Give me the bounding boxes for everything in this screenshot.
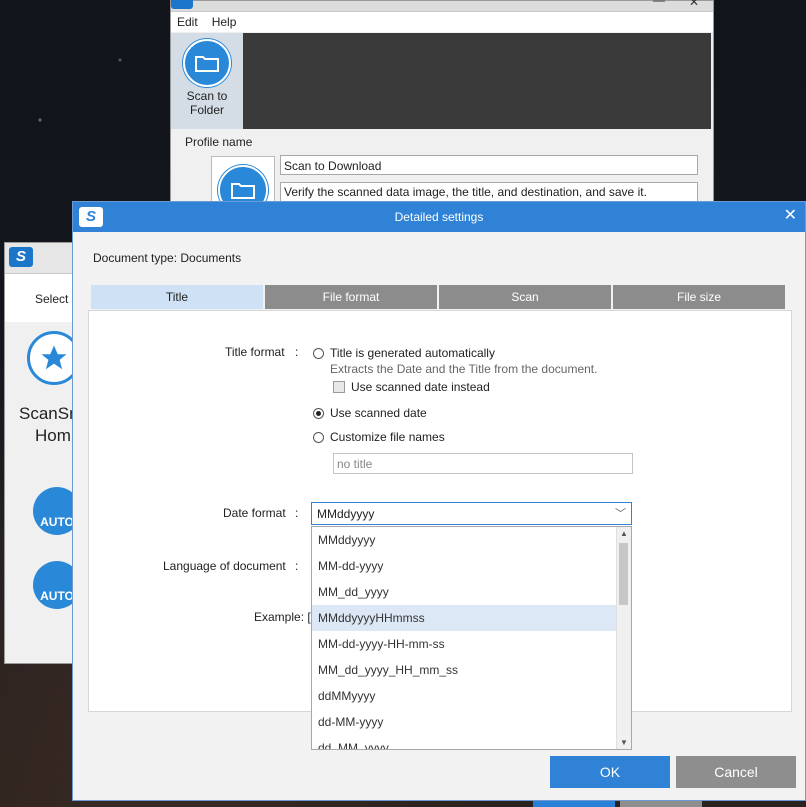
- folder-icon: [183, 39, 231, 87]
- dialog-title: Detailed settings: [394, 210, 484, 224]
- scansnap-logo-icon: S: [9, 247, 33, 267]
- use-scanned-date-instead-checkbox[interactable]: [333, 381, 345, 393]
- dropdown-option[interactable]: MM-dd-yyyy-HH-mm-ss: [312, 631, 617, 657]
- menu-bar: Edit Help: [171, 12, 713, 32]
- date-format-dropdown: MMddyyyy MM-dd-yyyy MM_dd_yyyy MMddyyyyH…: [311, 526, 632, 750]
- scansnap-logo-icon: [171, 0, 193, 9]
- colon: :: [295, 559, 299, 573]
- dropdown-option[interactable]: dd_MM_yyyy: [312, 735, 617, 749]
- select-header: Select a: [5, 274, 77, 322]
- settings-tabs: Title File format Scan File size: [91, 285, 785, 309]
- document-type-label: Document type:: [93, 251, 178, 265]
- tab-title[interactable]: Title: [91, 285, 263, 309]
- ok-button[interactable]: OK: [550, 756, 670, 788]
- document-type-value: Documents: [180, 251, 242, 265]
- radio-use-scanned-date-label[interactable]: Use scanned date: [330, 406, 427, 420]
- profiles-strip: Scan to Folder: [171, 33, 711, 129]
- dropdown-option[interactable]: ddMMyyyy: [312, 683, 617, 709]
- menu-help[interactable]: Help: [212, 15, 237, 29]
- auto-label: AUTO: [40, 515, 74, 529]
- radio-use-scanned-date[interactable]: [313, 408, 324, 419]
- tab-file-format[interactable]: File format: [265, 285, 437, 309]
- date-format-select[interactable]: MMddyyyy ﹀: [311, 502, 632, 525]
- scansnap-home-titlebar: S: [5, 243, 77, 274]
- document-type: Document type: Documents: [93, 251, 241, 265]
- dropdown-option[interactable]: MM_dd_yyyy: [312, 579, 617, 605]
- colon: :: [295, 506, 299, 520]
- profile-name-label: Profile name: [185, 135, 253, 149]
- profile-name-input[interactable]: Scan to Download: [280, 155, 698, 175]
- minimize-icon[interactable]: —: [653, 0, 665, 7]
- dropdown-option[interactable]: MM-dd-yyyy: [312, 553, 617, 579]
- scroll-up-icon[interactable]: ▲: [617, 529, 631, 538]
- menu-edit[interactable]: Edit: [177, 15, 198, 29]
- profile-tile-label-2: Folder: [189, 103, 224, 117]
- dropdown-option-highlighted[interactable]: MMddyyyyHHmmss: [312, 605, 617, 631]
- auto-label: AUTO: [40, 589, 74, 603]
- close-icon[interactable]: ✕: [784, 208, 797, 224]
- dropdown-option[interactable]: dd-MM-yyyy: [312, 709, 617, 735]
- example-label: Example: [: [254, 610, 311, 624]
- custom-title-input[interactable]: no title: [333, 453, 633, 474]
- radio-title-auto[interactable]: [313, 348, 324, 359]
- profile-editor-window: — ✕ Edit Help Scan to Folder Profile nam…: [170, 0, 714, 218]
- dropdown-scrollbar[interactable]: ▲ ▼: [616, 527, 631, 749]
- language-label: Language of document: [163, 559, 286, 573]
- close-icon[interactable]: ✕: [689, 0, 699, 9]
- dialog-titlebar: S Detailed settings ✕: [73, 202, 805, 232]
- radio-customize-file-names[interactable]: [313, 432, 324, 443]
- tab-file-size[interactable]: File size: [613, 285, 785, 309]
- date-format-value: MMddyyyy: [317, 507, 375, 521]
- date-format-label: Date format: [223, 506, 286, 520]
- radio-title-auto-label[interactable]: Title is generated automatically: [330, 346, 495, 360]
- profile-editor-titlebar: — ✕: [171, 0, 713, 12]
- title-format-label: Title format: [225, 345, 285, 359]
- scansnap-home-window: S Select a ScanSn Hom AUTO AUTO: [4, 242, 78, 664]
- scroll-down-icon[interactable]: ▼: [617, 738, 631, 747]
- tab-scan[interactable]: Scan: [439, 285, 611, 309]
- cancel-button[interactable]: Cancel: [676, 756, 796, 788]
- title-auto-hint: Extracts the Date and the Title from the…: [330, 362, 598, 376]
- chevron-down-icon: ﹀: [615, 508, 626, 520]
- radio-customize-file-names-label[interactable]: Customize file names: [330, 430, 445, 444]
- dropdown-option[interactable]: MM_dd_yyyy_HH_mm_ss: [312, 657, 617, 683]
- dropdown-option[interactable]: MMddyyyy: [312, 527, 617, 553]
- home-label-line-2: Hom: [35, 426, 71, 445]
- use-scanned-date-instead-label[interactable]: Use scanned date instead: [351, 380, 490, 394]
- home-label-line-1: ScanSn: [19, 404, 78, 423]
- colon: :: [295, 345, 299, 359]
- example-label-text: Example:: [254, 610, 305, 624]
- scrollbar-thumb[interactable]: [619, 543, 628, 605]
- scansnap-home-label: ScanSn Hom: [19, 403, 78, 447]
- detailed-settings-dialog: S Detailed settings ✕ Document type: Doc…: [72, 201, 806, 801]
- profile-tile-label-1: Scan to: [186, 89, 228, 103]
- profile-tile-scan-to-folder[interactable]: Scan to Folder: [171, 33, 243, 129]
- star-icon[interactable]: [27, 331, 77, 385]
